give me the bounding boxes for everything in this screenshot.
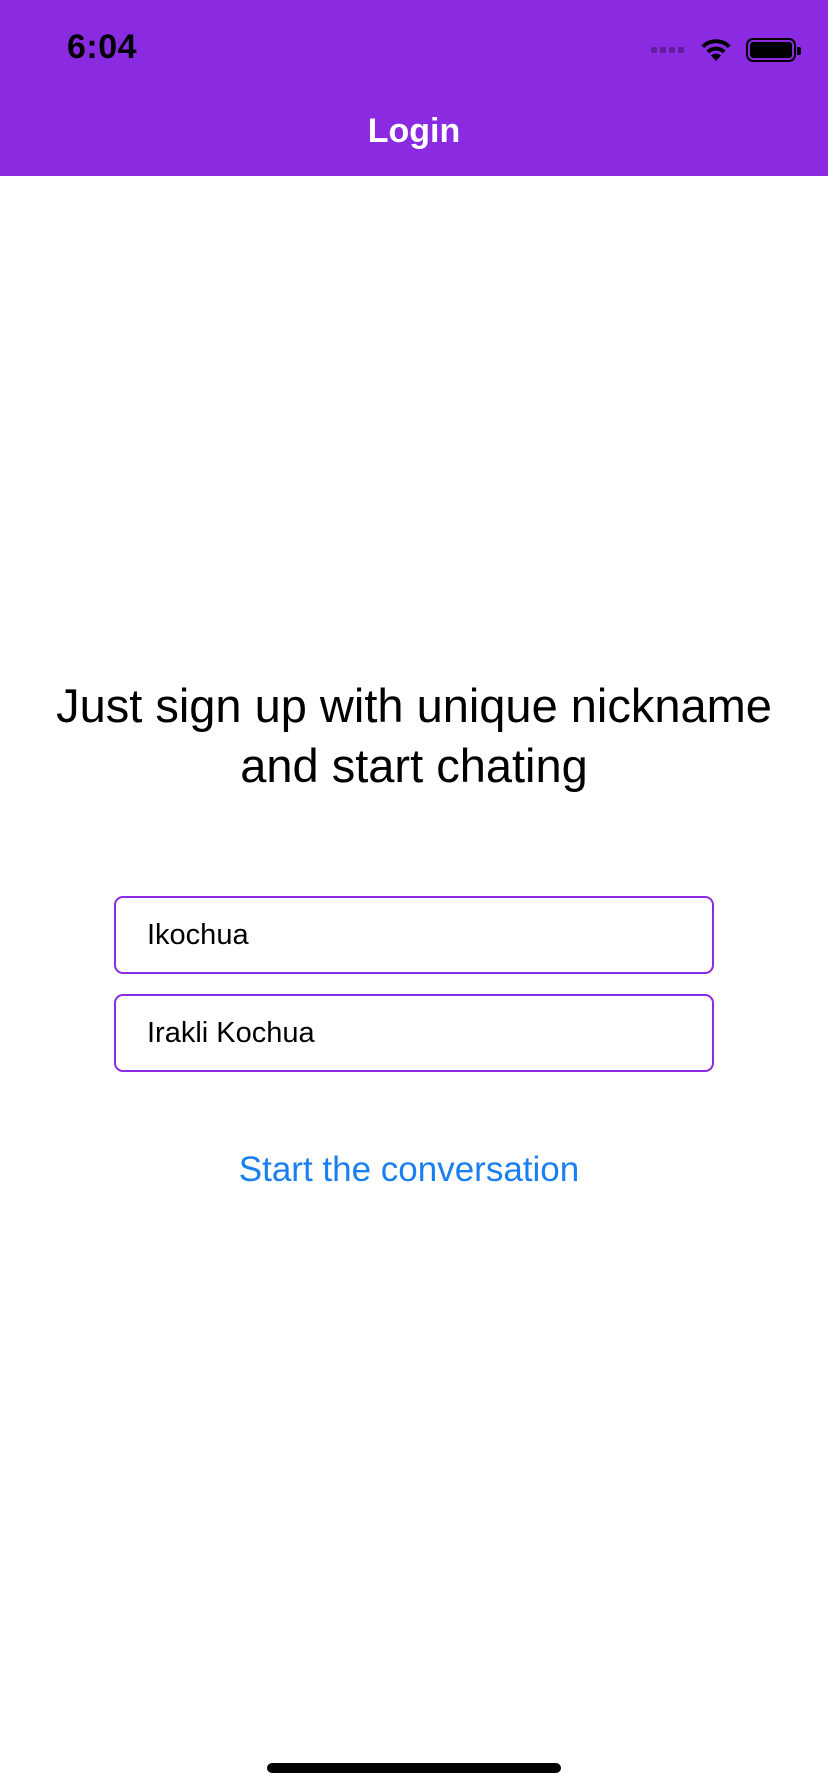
status-time: 6:04 — [67, 28, 138, 66]
fullname-field[interactable] — [114, 994, 714, 1072]
wifi-icon — [701, 39, 731, 61]
nickname-input[interactable] — [147, 918, 712, 952]
login-screen: 6:04 Login Just sign up with unique nick… — [0, 0, 828, 1792]
signup-headline: Just sign up with unique nickname and st… — [56, 679, 772, 792]
start-conversation-button[interactable]: Start the conversation — [0, 1150, 818, 1190]
fullname-input[interactable] — [147, 1016, 712, 1050]
nickname-field[interactable] — [114, 896, 714, 974]
page-title: Login — [367, 112, 461, 150]
navigation-header: 6:04 Login — [0, 0, 828, 176]
cellular-signal-icon — [651, 47, 684, 53]
battery-icon — [746, 38, 801, 62]
status-icons — [651, 36, 801, 64]
home-indicator[interactable] — [267, 1763, 561, 1773]
